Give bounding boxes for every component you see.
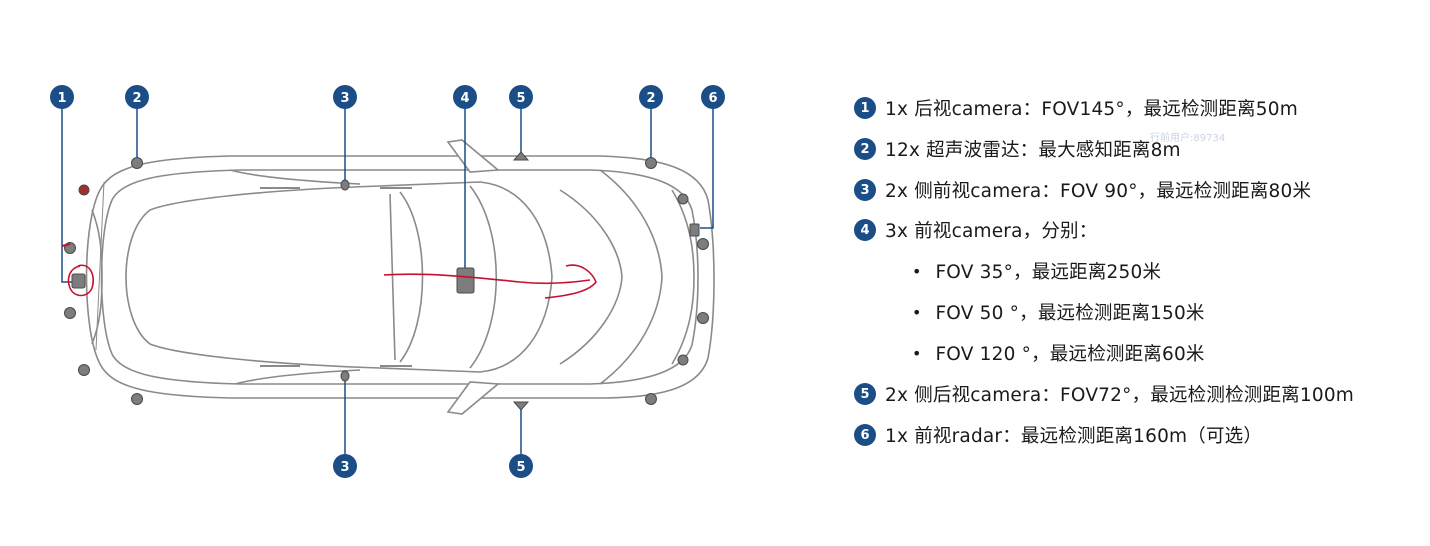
legend-subtext-3: FOV 120 °，最远检测距离60米 xyxy=(935,344,1205,365)
legend-item-side-front-camera: 3 2x 侧前视camera：FOV 90°，最远检测距离80米 xyxy=(854,175,1311,205)
front-radar-marker xyxy=(689,223,700,237)
legend-text-3: 2x 侧前视camera：FOV 90°，最远检测距离80米 xyxy=(885,181,1312,202)
ultrasonic-sensors xyxy=(64,157,709,405)
legend-text-1: 1x 后视camera：FOV145°，最远检测距离50m xyxy=(885,99,1298,120)
svg-text:1: 1 xyxy=(57,91,66,106)
vehicle-sensor-diagram: 1 2 3 4 5 2 6 3 5 xyxy=(50,85,725,478)
svg-text:5: 5 xyxy=(516,460,525,475)
callout-badges: 1 2 3 4 5 2 6 3 5 xyxy=(50,85,725,478)
callout-3-bottom: 3 xyxy=(333,454,357,478)
legend-badge-3: 3 xyxy=(854,179,876,201)
side-front-camera-right xyxy=(340,370,350,382)
svg-text:4: 4 xyxy=(460,91,469,106)
bullet: • xyxy=(912,343,922,363)
side-front-camera-left xyxy=(340,179,350,191)
legend-item-front-radar: 6 1x 前视radar：最远检测距离160m（可选） xyxy=(854,420,1262,450)
legend-text-6: 1x 前视radar：最远检测距离160m（可选） xyxy=(885,426,1263,447)
cameras xyxy=(71,151,700,411)
car-top-view xyxy=(85,155,715,399)
callout-4: 4 xyxy=(453,85,477,109)
legend-text-2: 12x 超声波雷达：最大感知距离8m xyxy=(885,140,1181,161)
svg-text:2: 2 xyxy=(646,91,655,106)
legend-item-rear-camera: 1 1x 后视camera：FOV145°，最远检测距离50m xyxy=(854,93,1298,123)
callout-1: 1 xyxy=(50,85,74,109)
legend-subtext-1: FOV 35°，最远距离250米 xyxy=(935,262,1162,283)
legend-item-front-camera: 4 3x 前视camera，分别： xyxy=(854,215,1097,245)
hand-annotations xyxy=(61,243,597,299)
legend-text-4: 3x 前视camera，分别： xyxy=(885,221,1098,242)
svg-text:5: 5 xyxy=(516,91,525,106)
legend-item-side-rear-camera: 5 2x 侧后视camera：FOV72°，最远检测检测距离100m xyxy=(854,379,1354,409)
legend-text-5: 2x 侧后视camera：FOV72°，最远检测检测距离100m xyxy=(885,385,1355,406)
rear-camera-marker xyxy=(71,273,86,289)
legend-subitem-fov120: • FOV 120 °，最远检测距离60米 xyxy=(912,338,1205,368)
svg-text:6: 6 xyxy=(708,91,717,106)
callout-5-bottom: 5 xyxy=(509,454,533,478)
svg-text:3: 3 xyxy=(340,460,349,475)
legend-subitem-fov35: • FOV 35°，最远距离250米 xyxy=(912,256,1161,286)
legend-subtext-2: FOV 50 °，最远检测距离150米 xyxy=(935,303,1205,324)
callout-2-left: 2 xyxy=(125,85,149,109)
bullet: • xyxy=(912,302,922,322)
svg-text:3: 3 xyxy=(340,91,349,106)
callout-3-top: 3 xyxy=(333,85,357,109)
svg-text:2: 2 xyxy=(132,91,141,106)
legend-badge-2: 2 xyxy=(854,138,876,160)
legend-badge-1: 1 xyxy=(854,97,876,119)
callout-lines xyxy=(61,108,714,454)
bullet: • xyxy=(912,261,922,281)
legend-badge-4: 4 xyxy=(854,219,876,241)
callout-6: 6 xyxy=(701,85,725,109)
legend-subitem-fov50: • FOV 50 °，最远检测距离150米 xyxy=(912,297,1205,327)
legend-item-ultrasonic: 2 12x 超声波雷达：最大感知距离8m xyxy=(854,134,1181,164)
legend-badge-6: 6 xyxy=(854,424,876,446)
legend-badge-5: 5 xyxy=(854,383,876,405)
callout-2-right: 2 xyxy=(639,85,663,109)
side-rear-camera-bottom xyxy=(512,401,530,411)
callout-5-top: 5 xyxy=(509,85,533,109)
front-camera-marker xyxy=(456,267,475,294)
